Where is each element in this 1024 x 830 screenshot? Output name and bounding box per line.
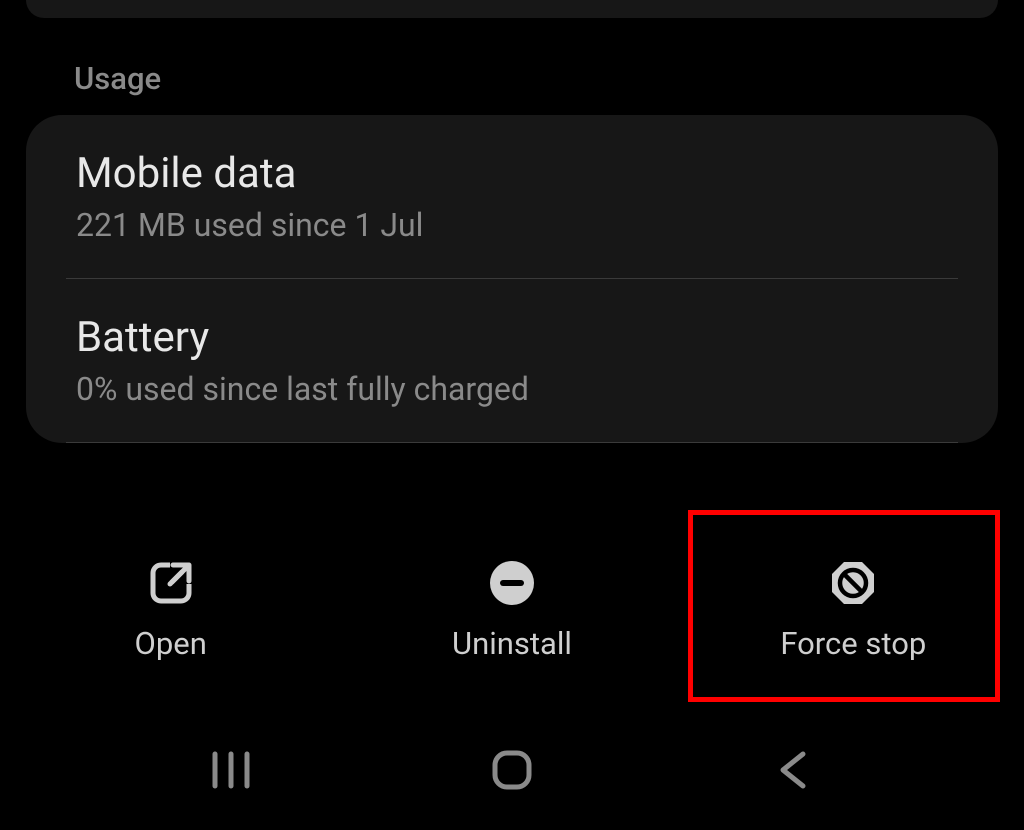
battery-title: Battery: [76, 313, 948, 362]
home-button[interactable]: [472, 740, 552, 800]
usage-section-header: Usage: [0, 18, 1024, 97]
uninstall-icon: [488, 559, 536, 607]
home-icon: [490, 748, 534, 792]
uninstall-label: Uninstall: [452, 625, 572, 662]
back-icon: [773, 748, 813, 792]
force-stop-label: Force stop: [780, 625, 926, 662]
battery-item[interactable]: Battery 0% used since last fully charged: [26, 279, 998, 442]
recents-button[interactable]: [191, 740, 271, 800]
mobile-data-item[interactable]: Mobile data 221 MB used since 1 Jul: [26, 115, 998, 278]
open-label: Open: [135, 625, 207, 662]
open-button[interactable]: Open: [0, 530, 341, 690]
previous-card-bottom: [26, 0, 998, 18]
recents-icon: [209, 750, 253, 790]
mobile-data-subtitle: 221 MB used since 1 Jul: [76, 206, 948, 244]
battery-subtitle: 0% used since last fully charged: [76, 370, 948, 408]
open-icon: [147, 559, 195, 607]
divider: [66, 442, 958, 443]
usage-card: Mobile data 221 MB used since 1 Jul Batt…: [26, 115, 998, 443]
uninstall-button[interactable]: Uninstall: [341, 530, 682, 690]
action-bar: Open Uninstall Force stop: [0, 530, 1024, 690]
force-stop-button[interactable]: Force stop: [683, 530, 1024, 690]
back-button[interactable]: [753, 740, 833, 800]
mobile-data-title: Mobile data: [76, 149, 948, 198]
force-stop-icon: [829, 559, 877, 607]
navigation-bar: [0, 710, 1024, 830]
